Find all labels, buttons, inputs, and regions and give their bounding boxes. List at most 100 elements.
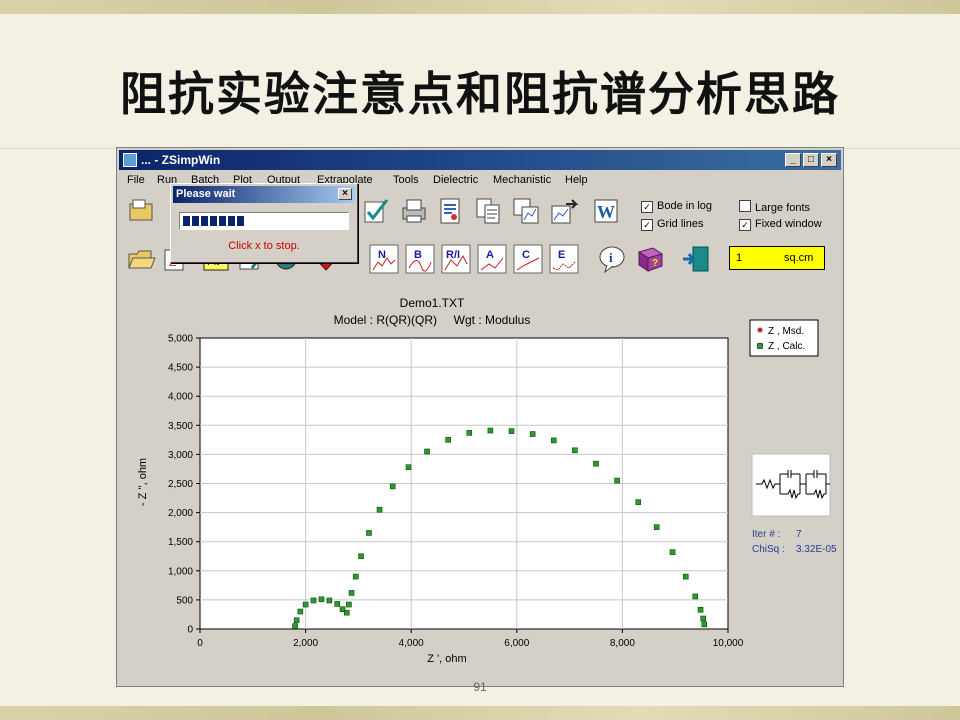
calc-data-point bbox=[424, 448, 430, 455]
y-tick-label: 500 bbox=[176, 595, 193, 606]
calc-data-point bbox=[529, 431, 536, 437]
open-folder-icon[interactable] bbox=[127, 244, 157, 274]
progress-segment bbox=[201, 216, 208, 226]
option-bode-in-log[interactable]: ✓ Bode in log bbox=[641, 200, 712, 213]
option-grid-lines[interactable]: ✓ Grid lines bbox=[641, 218, 703, 231]
calc-data-point bbox=[508, 428, 515, 434]
exit-door-icon[interactable] bbox=[681, 244, 711, 274]
real-imag-plot-icon[interactable]: R/I bbox=[441, 244, 471, 274]
capacitance-plot-icon[interactable]: C bbox=[513, 244, 543, 274]
y-tick-label: 3,500 bbox=[168, 421, 193, 432]
svg-text:R/I: R/I bbox=[446, 249, 460, 261]
info-icon[interactable]: i bbox=[597, 244, 627, 274]
calc-data-point bbox=[550, 437, 557, 444]
calc-data-point bbox=[572, 447, 578, 454]
iteration-label: Iter # : bbox=[752, 529, 780, 540]
report-icon[interactable] bbox=[435, 196, 465, 226]
y-axis-label: - Z '', ohm bbox=[137, 458, 149, 506]
electrode-area-unit: sq.cm bbox=[784, 252, 814, 264]
bode-plot-icon[interactable]: B bbox=[405, 244, 435, 274]
calc-data-point bbox=[334, 601, 341, 607]
x-tick-label: 10,000 bbox=[713, 638, 744, 649]
progress-segment bbox=[192, 216, 199, 226]
calc-data-point bbox=[297, 608, 304, 615]
legend-calc-label: Z , Calc. bbox=[768, 341, 805, 352]
check-icon[interactable] bbox=[361, 196, 391, 226]
app-icon bbox=[123, 153, 137, 167]
slide-bottom-border bbox=[0, 706, 960, 720]
permittivity-plot-icon[interactable]: E bbox=[549, 244, 579, 274]
page-number: 91 bbox=[473, 680, 487, 694]
chisq-label: ChiSq : bbox=[752, 544, 785, 555]
calc-data-point bbox=[445, 437, 451, 443]
chart-subtitle: Model : R(QR)(QR) Wgt : Modulus bbox=[334, 313, 531, 327]
electrode-area-field[interactable]: 1 sq.cm bbox=[729, 246, 825, 270]
window-title: ... - ZSimpWin bbox=[141, 153, 221, 167]
calc-data-point bbox=[389, 483, 396, 490]
maximize-button[interactable]: □ bbox=[803, 153, 819, 167]
menu-dielectric[interactable]: Dielectric bbox=[433, 174, 478, 186]
open-project-icon[interactable] bbox=[127, 196, 157, 226]
x-tick-label: 2,000 bbox=[293, 638, 318, 649]
dialog-close-button[interactable]: × bbox=[338, 188, 352, 200]
copy-graph-icon[interactable] bbox=[511, 196, 541, 226]
menu-help[interactable]: Help bbox=[565, 174, 588, 186]
x-tick-label: 0 bbox=[197, 638, 203, 649]
calc-data-point bbox=[318, 596, 325, 603]
menu-mechanistic[interactable]: Mechanistic bbox=[493, 174, 551, 186]
progress-segment bbox=[183, 216, 190, 226]
calc-data-point bbox=[669, 549, 676, 555]
help-book-icon[interactable]: ? bbox=[635, 244, 665, 274]
svg-text:B: B bbox=[414, 249, 422, 261]
option-fixed-window[interactable]: ✓ Fixed window bbox=[739, 218, 822, 231]
option-large-fonts[interactable]: Large fonts bbox=[739, 200, 810, 214]
copy-data-icon[interactable] bbox=[473, 196, 503, 226]
y-tick-label: 4,500 bbox=[168, 363, 193, 374]
calc-data-point bbox=[405, 464, 412, 471]
export-graph-icon[interactable] bbox=[549, 196, 579, 226]
chart-legend: Z , Msd. Z , Calc. bbox=[749, 319, 819, 357]
y-tick-label: 0 bbox=[187, 625, 193, 636]
menu-tools[interactable]: Tools bbox=[393, 174, 419, 186]
calc-data-point bbox=[593, 460, 599, 467]
window-titlebar[interactable]: ... - ZSimpWin _ □ × bbox=[119, 150, 841, 170]
minimize-button[interactable]: _ bbox=[785, 153, 801, 167]
electrode-area-value: 1 bbox=[736, 252, 743, 264]
menu-file[interactable]: File bbox=[127, 174, 145, 186]
calc-data-point bbox=[682, 573, 689, 580]
calc-data-point bbox=[358, 553, 364, 560]
svg-text:A: A bbox=[486, 249, 494, 261]
y-tick-label: 3,000 bbox=[168, 450, 193, 461]
close-button[interactable]: × bbox=[821, 153, 837, 167]
svg-text:N: N bbox=[378, 249, 386, 261]
calc-data-point bbox=[692, 593, 699, 600]
calc-data-point bbox=[653, 524, 660, 530]
y-tick-label: 5,000 bbox=[168, 334, 193, 345]
calc-data-point bbox=[614, 477, 620, 484]
legend-msd-marker bbox=[757, 327, 763, 333]
calc-data-point bbox=[293, 617, 300, 624]
printer-icon[interactable] bbox=[399, 196, 429, 226]
calc-data-point bbox=[376, 506, 383, 513]
progress-bar bbox=[179, 212, 349, 230]
svg-text:?: ? bbox=[652, 258, 658, 269]
legend-calc-marker bbox=[757, 343, 763, 349]
please-wait-dialog: Please wait × Click x to stop. bbox=[170, 183, 358, 263]
admittance-plot-icon[interactable]: A bbox=[477, 244, 507, 274]
nyquist-plot-icon[interactable]: N bbox=[369, 244, 399, 274]
x-tick-label: 6,000 bbox=[504, 638, 529, 649]
progress-segment bbox=[228, 216, 235, 226]
calc-data-point bbox=[487, 427, 494, 434]
x-tick-label: 8,000 bbox=[610, 638, 635, 649]
dialog-message: Click x to stop. bbox=[228, 240, 300, 252]
calc-data-point bbox=[292, 623, 298, 629]
x-tick-label: 4,000 bbox=[399, 638, 424, 649]
slide-title: 阻抗实验注意点和阻抗谱分析思路 bbox=[120, 67, 840, 121]
chart-title: Demo1.TXT bbox=[400, 296, 465, 310]
legend-msd-label: Z , Msd. bbox=[768, 326, 804, 337]
iteration-value: 7 bbox=[796, 529, 802, 540]
word-export-icon[interactable]: W bbox=[591, 196, 621, 226]
svg-text:E: E bbox=[558, 249, 565, 261]
nyquist-chart: Demo1.TXT Model : R(QR)(QR) Wgt : Modulu… bbox=[137, 296, 837, 665]
calc-data-point bbox=[697, 606, 704, 613]
